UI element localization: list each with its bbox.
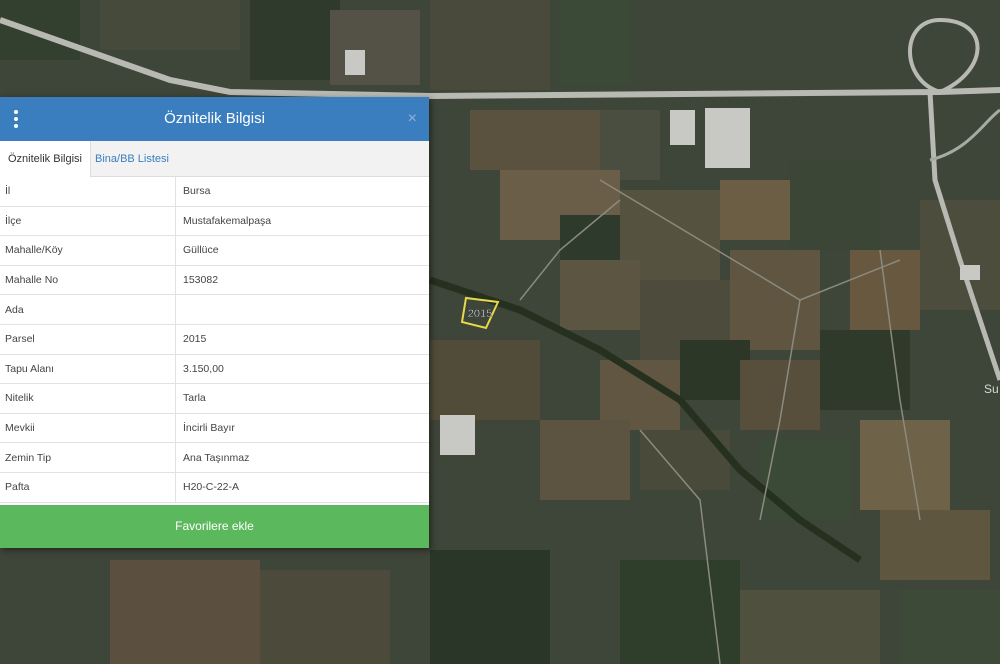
attribute-table: İl Bursa İlçe Mustafakemalpaşa Mahalle/Köy…: [0, 177, 429, 503]
table-row: Mevkii İncirli Bayır: [0, 413, 429, 444]
row-value: Ana Taşınmaz: [175, 442, 429, 473]
row-key: Parsel: [0, 324, 176, 355]
row-value: Bursa: [175, 177, 429, 207]
tab-attribute-info[interactable]: Öznitelik Bilgisi: [0, 141, 91, 177]
table-row: Tapu Alanı 3.150,00: [0, 354, 429, 385]
row-value: Tarla: [175, 383, 429, 414]
row-value: Mustafakemalpaşa: [175, 206, 429, 237]
close-icon[interactable]: ×: [408, 109, 417, 129]
panel-title: Öznitelik Bilgisi: [164, 110, 265, 127]
row-value: Güllüce: [175, 235, 429, 266]
table-row: Mahalle No 153082: [0, 265, 429, 296]
attribute-panel: Öznitelik Bilgisi × Öznitelik Bilgisi Bi…: [0, 97, 429, 548]
panel-tabs: Öznitelik Bilgisi Bina/BB Listesi: [0, 141, 429, 177]
row-key: Mevkii: [0, 413, 176, 444]
row-key: Ada: [0, 294, 176, 325]
row-key: İl: [0, 177, 176, 207]
row-value: 153082: [175, 265, 429, 296]
table-row: Mahalle/Köy Güllüce: [0, 235, 429, 266]
table-row: Nitelik Tarla: [0, 383, 429, 414]
table-row: Zemin Tip Ana Taşınmaz: [0, 442, 429, 473]
panel-header: Öznitelik Bilgisi ×: [0, 97, 429, 141]
table-row: Parsel 2015: [0, 324, 429, 355]
row-key: İlçe: [0, 206, 176, 237]
row-value: H20-C-22-A: [175, 472, 429, 503]
table-row: İl Bursa: [0, 177, 429, 207]
row-key: Mahalle/Köy: [0, 235, 176, 266]
row-value: 3.150,00: [175, 354, 429, 385]
row-key: Zemin Tip: [0, 442, 176, 473]
row-key: Mahalle No: [0, 265, 176, 296]
place-label: Su: [984, 382, 999, 396]
row-value: İncirli Bayır: [175, 413, 429, 444]
row-value: [175, 294, 429, 325]
row-key: Tapu Alanı: [0, 354, 176, 385]
table-row: İlçe Mustafakemalpaşa: [0, 206, 429, 237]
table-row: Ada: [0, 294, 429, 325]
table-row: Pafta H20-C-22-A: [0, 472, 429, 503]
row-key: Pafta: [0, 472, 176, 503]
add-favorite-button[interactable]: Favorilere ekle: [0, 505, 429, 548]
tab-building-list[interactable]: Bina/BB Listesi: [87, 141, 177, 176]
parcel-label: 2015: [468, 308, 492, 320]
row-value: 2015: [175, 324, 429, 355]
row-key: Nitelik: [0, 383, 176, 414]
